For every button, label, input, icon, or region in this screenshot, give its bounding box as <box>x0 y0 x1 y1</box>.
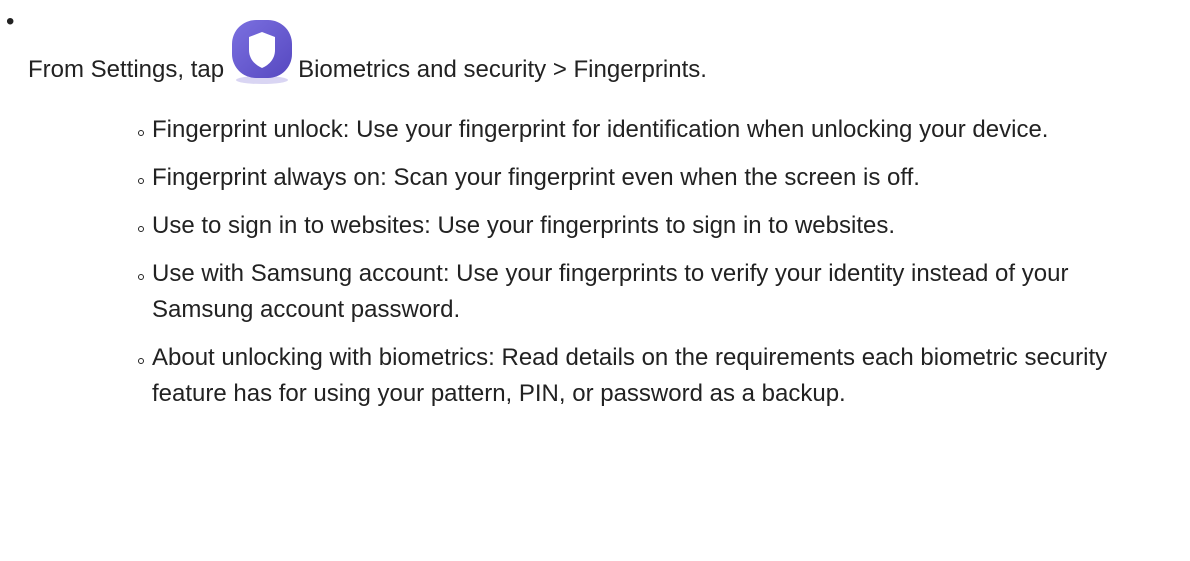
list-item: Fingerprint unlock: Use your fingerprint… <box>128 112 1168 148</box>
option-text: About unlocking with biometrics: Read de… <box>152 344 1108 407</box>
sub-bullet-icon <box>138 358 144 364</box>
list-item: About unlocking with biometrics: Read de… <box>128 340 1168 412</box>
option-text: Fingerprint always on: Scan your fingerp… <box>152 164 920 191</box>
shield-settings-icon <box>228 18 296 86</box>
list-bullet: • <box>6 8 15 35</box>
intro-step: From Settings, tap Biometrics and securi… <box>28 20 707 94</box>
fingerprint-options-list: Fingerprint unlock: Use your fingerprint… <box>128 112 1168 424</box>
option-text: Use to sign in to websites: Use your fin… <box>152 212 896 239</box>
list-item: Use to sign in to websites: Use your fin… <box>128 208 1168 244</box>
list-item: Fingerprint always on: Scan your fingerp… <box>128 160 1168 196</box>
option-text: Fingerprint unlock: Use your fingerprint… <box>152 116 1049 143</box>
sub-bullet-icon <box>138 226 144 232</box>
intro-path: Biometrics and security > Fingerprints. <box>298 56 707 83</box>
sub-bullet-icon <box>138 178 144 184</box>
intro-prefix: From Settings, tap <box>28 56 225 83</box>
list-item: Use with Samsung account: Use your finge… <box>128 256 1168 328</box>
sub-bullet-icon <box>138 274 144 280</box>
option-text: Use with Samsung account: Use your finge… <box>152 260 1069 323</box>
sub-bullet-icon <box>138 130 144 136</box>
